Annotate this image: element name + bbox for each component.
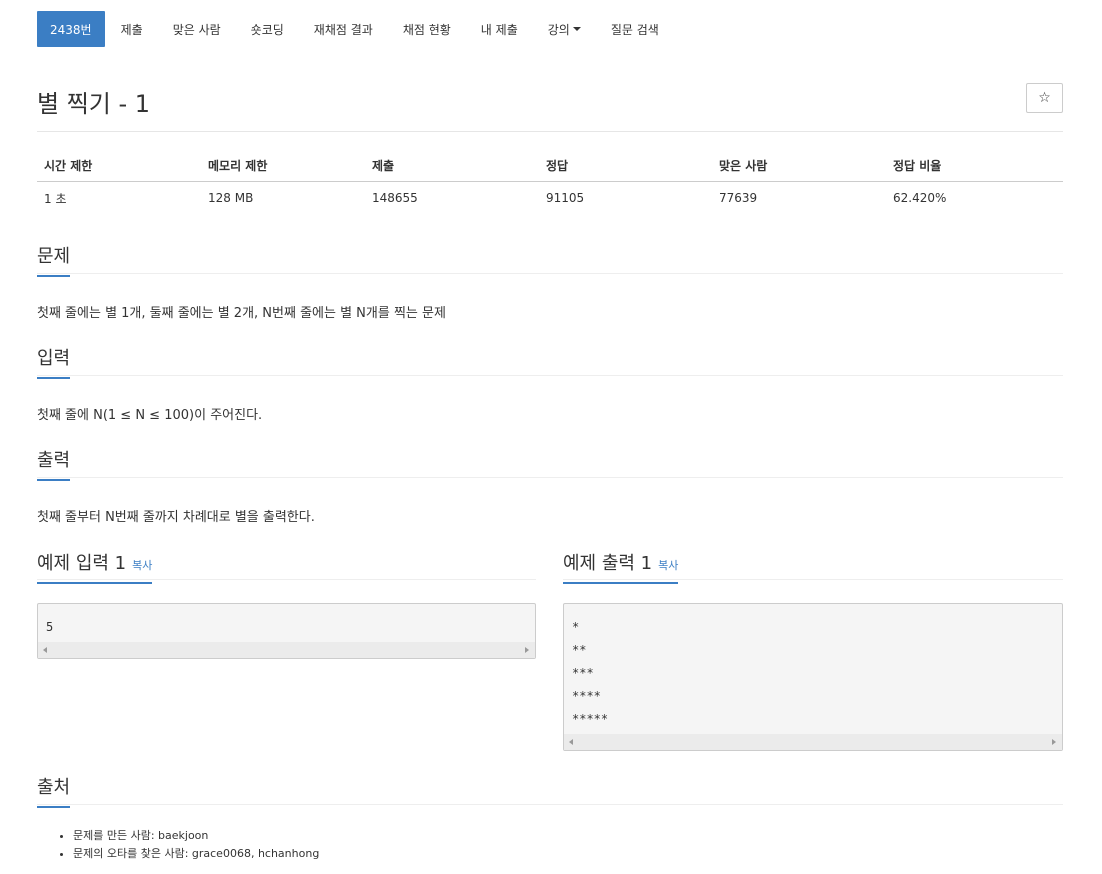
nav-problem-number[interactable]: 2438번 bbox=[37, 11, 105, 47]
header-accepted: 정답 bbox=[539, 150, 712, 182]
star-icon: ☆ bbox=[1038, 90, 1051, 106]
header-accept-ratio: 정답 비율 bbox=[886, 150, 1063, 182]
caret-down-icon bbox=[572, 27, 581, 31]
sample-output-box[interactable]: * ** *** **** ***** bbox=[563, 603, 1063, 751]
input-section-heading: 입력 bbox=[37, 348, 71, 369]
header-memory-limit: 메모리 제한 bbox=[201, 150, 365, 182]
nav-submit[interactable]: 제출 bbox=[121, 11, 143, 47]
problem-title: 별 찍기 - 1 bbox=[37, 90, 151, 118]
nav-short-coding[interactable]: 숏코딩 bbox=[251, 11, 284, 47]
sample-output-content: * ** *** **** ***** bbox=[572, 620, 609, 726]
problem-info-table: 시간 제한 메모리 제한 제출 정답 맞은 사람 정답 비율 1 초 128 M… bbox=[37, 150, 1063, 214]
heading-underline bbox=[37, 377, 71, 379]
section-divider bbox=[563, 579, 1063, 580]
input-section-title: 입력 bbox=[37, 344, 71, 379]
header-time-limit: 시간 제한 bbox=[37, 150, 201, 182]
nav-my-submissions[interactable]: 내 제출 bbox=[481, 11, 518, 47]
problem-section-heading: 문제 bbox=[37, 246, 71, 267]
nav-lecture-dropdown[interactable]: 강의 bbox=[548, 11, 581, 47]
section-divider bbox=[37, 579, 536, 580]
heading-underline bbox=[37, 806, 71, 808]
output-description: 첫째 줄부터 N번째 줄까지 차례대로 별을 출력한다. bbox=[37, 510, 315, 525]
heading-underline bbox=[37, 479, 71, 481]
source-typo-finders: 문제의 오타를 찾은 사람: grace0068, hchanhong bbox=[73, 845, 319, 863]
source-section-title: 출처 bbox=[37, 773, 71, 808]
horizontal-scrollbar[interactable] bbox=[38, 642, 535, 658]
nav-question-search[interactable]: 질문 검색 bbox=[611, 11, 659, 47]
value-memory-limit: 128 MB bbox=[208, 191, 254, 205]
value-submissions: 148655 bbox=[372, 191, 418, 205]
output-section-title: 출력 bbox=[37, 446, 71, 481]
sample-input-box[interactable]: 5 bbox=[37, 603, 536, 659]
scroll-left-icon[interactable] bbox=[43, 647, 47, 653]
copy-input-link[interactable]: 복사 bbox=[132, 559, 152, 572]
problem-nav: 2438번 제출 맞은 사람 숏코딩 재채점 결과 채점 현황 내 제출 강의 … bbox=[37, 11, 689, 47]
source-problem-author: 문제를 만든 사람: baekjoon bbox=[73, 827, 319, 845]
heading-underline bbox=[563, 582, 679, 584]
value-time-limit: 1 초 bbox=[44, 191, 67, 206]
input-description: 첫째 줄에 N(1 ≤ N ≤ 100)이 주어진다. bbox=[37, 408, 263, 423]
sample-input-heading: 예제 입력 1 bbox=[37, 553, 127, 574]
section-divider bbox=[37, 375, 1063, 376]
scroll-right-icon[interactable] bbox=[1052, 739, 1056, 745]
header-submissions: 제출 bbox=[365, 150, 539, 182]
horizontal-scrollbar[interactable] bbox=[564, 734, 1062, 750]
section-divider bbox=[37, 804, 1063, 805]
sample-output-heading: 예제 출력 1 bbox=[563, 553, 653, 574]
value-accepted-users: 77639 bbox=[719, 191, 758, 205]
value-accepted: 91105 bbox=[546, 191, 585, 205]
source-section-heading: 출처 bbox=[37, 777, 71, 798]
nav-lecture-label: 강의 bbox=[547, 22, 570, 37]
nav-accepted-users[interactable]: 맞은 사람 bbox=[173, 11, 221, 47]
heading-underline bbox=[37, 275, 71, 277]
scroll-left-icon[interactable] bbox=[569, 739, 573, 745]
problem-section-title: 문제 bbox=[37, 242, 71, 277]
problem-description: 첫째 줄에는 별 1개, 둘째 줄에는 별 2개, N번째 줄에는 별 N개를 … bbox=[37, 306, 446, 321]
scroll-right-icon[interactable] bbox=[525, 647, 529, 653]
section-divider bbox=[37, 273, 1063, 274]
nav-rejudge-results[interactable]: 재채점 결과 bbox=[314, 11, 373, 47]
source-list: 문제를 만든 사람: baekjoon 문제의 오타를 찾은 사람: grace… bbox=[37, 827, 319, 863]
value-accept-ratio: 62.420% bbox=[893, 191, 947, 205]
favorite-button[interactable]: ☆ bbox=[1026, 83, 1063, 113]
info-header-row: 시간 제한 메모리 제한 제출 정답 맞은 사람 정답 비율 bbox=[37, 150, 1063, 182]
info-value-row: 1 초 128 MB 148655 91105 77639 62.420% bbox=[37, 182, 1063, 215]
nav-judge-status[interactable]: 채점 현황 bbox=[403, 11, 451, 47]
heading-underline bbox=[37, 582, 153, 584]
section-divider bbox=[37, 477, 1063, 478]
output-section-heading: 출력 bbox=[37, 450, 71, 471]
copy-output-link[interactable]: 복사 bbox=[658, 559, 678, 572]
sample-input-content: 5 bbox=[46, 620, 54, 634]
header-accepted-users: 맞은 사람 bbox=[712, 150, 886, 182]
title-divider bbox=[37, 131, 1063, 132]
